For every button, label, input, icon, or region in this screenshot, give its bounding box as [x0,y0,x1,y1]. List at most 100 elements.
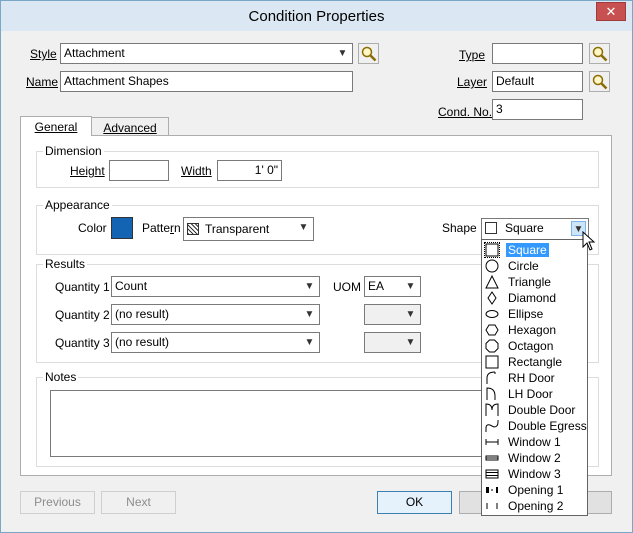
shape-dropdown-list: Square Circle Triangle Diamond Ellipse H… [481,239,588,516]
search-icon [592,74,608,90]
opening-2-icon [486,503,498,509]
option-label: Double Door [508,403,576,417]
type-search-button[interactable] [589,43,610,64]
ellipse-icon [485,310,499,318]
option-label: Triangle [508,275,551,289]
shape-option-rectangle[interactable]: Rectangle [483,354,586,370]
type-label: Type [459,48,486,62]
shape-option-lh-door[interactable]: LH Door [483,386,586,402]
uom-label: UOM [333,280,361,294]
uom-1-combo[interactable]: EA ▼ [364,276,421,297]
shape-option-double-egress-door[interactable]: Double Egress D [483,418,587,434]
next-button[interactable]: Next [101,491,176,514]
style-label: Style [30,47,57,61]
quantity-1-label: Quantity 1 [55,280,110,294]
option-label: Ellipse [508,307,544,321]
pattern-label: Pattern [142,221,181,235]
option-label: RH Door [508,371,555,385]
shape-option-rh-door[interactable]: RH Door [483,370,586,386]
shape-option-triangle[interactable]: Triangle [483,274,586,290]
rh-door-icon [486,371,496,384]
shape-value: Square [505,221,544,235]
shape-option-diamond[interactable]: Diamond [483,290,586,306]
tab-general[interactable]: General [20,116,92,136]
width-field[interactable]: 1' 0" [217,160,282,181]
square-icon [485,222,497,234]
shape-option-octagon[interactable]: Octagon [483,338,586,354]
shape-label: Shape [442,221,477,235]
notes-title: Notes [43,370,79,384]
option-label: Double Egress D [508,419,587,433]
quantity-2-combo[interactable]: (no result) ▼ [111,304,320,325]
layer-search-button[interactable] [589,71,610,92]
search-icon [361,46,377,62]
hexagon-icon [485,324,499,336]
chevron-down-icon: ▼ [304,281,315,292]
rectangle-icon [485,355,499,369]
diamond-icon [487,291,497,305]
height-label: Height [70,164,105,178]
cond-no-field[interactable]: 3 [492,99,583,120]
name-field[interactable]: Attachment Shapes [60,71,353,92]
window-3-icon [485,469,499,479]
shape-option-window-1[interactable]: Window 1 [483,434,586,450]
chevron-down-icon: ▼ [337,48,348,59]
pattern-combo[interactable]: Transparent ▼ [183,217,314,241]
shape-option-window-3[interactable]: Window 3 [483,466,586,482]
appearance-title: Appearance [43,198,112,212]
uom-1-value: EA [368,279,385,293]
color-swatch[interactable] [111,217,133,239]
option-label: Window 2 [508,451,561,465]
shape-option-opening-1[interactable]: Opening 1 [483,482,586,498]
chevron-down-icon: ▼ [304,309,315,320]
shape-option-circle[interactable]: Circle [483,258,586,274]
uom-2-combo[interactable]: ▼ [364,304,421,325]
window-title: Condition Properties [248,8,385,25]
height-field[interactable] [109,160,169,181]
window-1-icon [485,439,499,445]
type-field[interactable] [492,43,583,64]
layer-field[interactable]: Default [492,71,583,92]
shape-option-opening-2[interactable]: Opening 2 [483,498,586,514]
hatch-pattern-icon [187,223,199,235]
opening-1-icon [486,487,498,493]
option-label: Rectangle [508,355,563,369]
mouse-cursor-icon [582,231,596,251]
option-label: Window 1 [508,435,561,449]
style-combo[interactable]: Attachment ▼ [60,43,353,64]
circle-icon [485,259,499,273]
ok-button[interactable]: OK [377,491,452,514]
quantity-2-value: (no result) [115,307,170,321]
previous-button[interactable]: Previous [20,491,95,514]
shape-combo[interactable]: Square ▼ [481,218,589,240]
width-label: Width [181,164,212,178]
shape-option-window-2[interactable]: Window 2 [483,450,586,466]
title-bar[interactable]: Condition Properties ✕ [1,1,632,31]
chevron-down-icon: ▼ [405,281,416,292]
option-label: Opening 1 [508,483,564,497]
layer-label: Layer [457,75,488,89]
option-label: Square [506,243,549,257]
quantity-3-combo[interactable]: (no result) ▼ [111,332,320,353]
search-icon [592,46,608,62]
option-label: Circle [508,259,539,273]
option-label: Diamond [508,291,557,305]
chevron-down-icon: ▼ [298,222,309,233]
shape-option-square[interactable]: Square [483,242,586,258]
shape-option-double-door[interactable]: Double Door [483,402,586,418]
style-search-button[interactable] [358,43,379,64]
uom-3-combo[interactable]: ▼ [364,332,421,353]
results-title: Results [43,257,88,271]
double-egress-door-icon [485,420,499,432]
double-door-icon [485,403,499,416]
triangle-icon [485,275,499,289]
shape-option-hexagon[interactable]: Hexagon [483,322,586,338]
pattern-value: Transparent [205,222,270,236]
close-button[interactable]: ✕ [596,2,626,21]
chevron-down-icon: ▼ [405,309,416,320]
shape-option-ellipse[interactable]: Ellipse [483,306,586,322]
tab-advanced[interactable]: Advanced [91,117,169,137]
quantity-2-label: Quantity 2 [55,308,110,322]
style-value: Attachment [64,46,125,60]
quantity-1-combo[interactable]: Count ▼ [111,276,320,297]
